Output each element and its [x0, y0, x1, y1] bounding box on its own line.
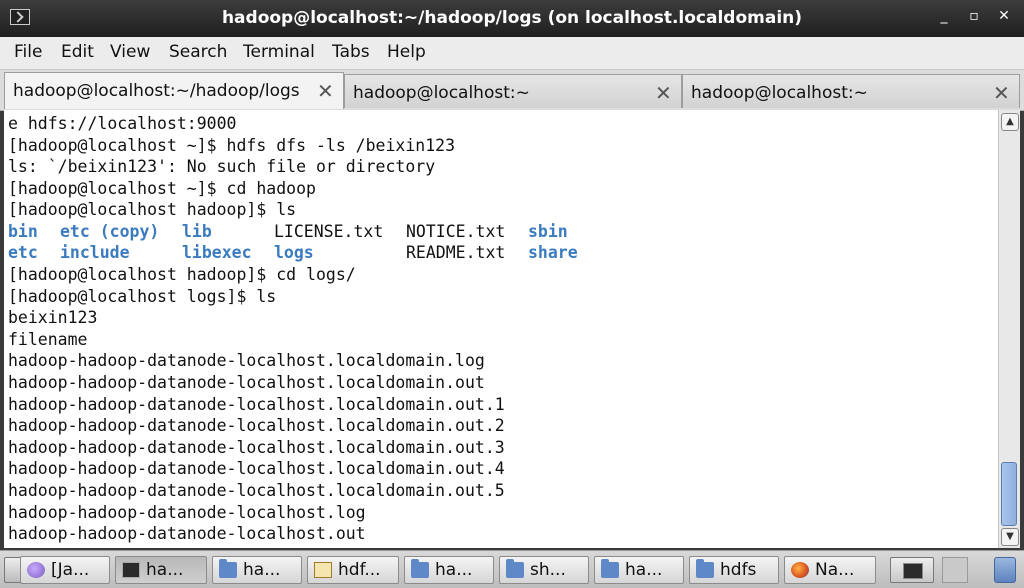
- taskbar-label: ha...: [625, 560, 663, 580]
- terminal-line: [hadoop@localhost logs]$ ls: [8, 287, 277, 306]
- folder-icon: [506, 559, 524, 578]
- tab-label: hadoop@localhost:~: [691, 83, 868, 103]
- vertical-scrollbar[interactable]: ▲ ▼: [998, 110, 1020, 548]
- terminal-line: hadoop-hadoop-datanode-localhost.localdo…: [8, 395, 505, 414]
- ls-dir-etc: etc: [8, 243, 38, 262]
- terminal-line: e hdfs://localhost:9000: [8, 114, 237, 133]
- maximize-button[interactable]: ▫: [964, 8, 984, 24]
- terminal-line: hadoop-hadoop-datanode-localhost.localdo…: [8, 459, 505, 478]
- terminal-line: filename: [8, 330, 88, 349]
- taskbar-label: [Ja...: [51, 560, 90, 580]
- terminal-output[interactable]: e hdfs://localhost:9000 [hadoop@localhos…: [4, 110, 998, 548]
- menu-help[interactable]: Help: [387, 42, 426, 62]
- taskbar-label: ha...: [243, 560, 281, 580]
- scroll-up-button[interactable]: ▲: [1001, 113, 1019, 131]
- ls-dir-lib: lib: [182, 222, 212, 241]
- terminal-line: hadoop-hadoop-datanode-localhost.localdo…: [8, 373, 485, 392]
- taskbar-item-editor[interactable]: hdf...: [307, 556, 399, 584]
- taskbar-item-folder-hdfs[interactable]: hdfs: [689, 556, 779, 584]
- taskbar-label: ha...: [146, 560, 184, 580]
- menu-tabs[interactable]: Tabs: [332, 42, 370, 62]
- close-window-button[interactable]: ✕: [994, 8, 1014, 24]
- scroll-down-button[interactable]: ▼: [1001, 528, 1019, 546]
- menu-bar: File Edit View Search Terminal Tabs Help: [0, 37, 1024, 70]
- terminal-line: ls: `/beixin123': No such file or direct…: [8, 157, 436, 176]
- firefox-icon: [791, 562, 809, 578]
- taskbar-item-firefox[interactable]: Na...: [784, 556, 876, 584]
- text-editor-icon: [314, 562, 332, 578]
- ls-dir-sbin: sbin: [528, 222, 568, 241]
- terminal-icon: [122, 562, 140, 578]
- close-tab-icon[interactable]: ✕: [655, 81, 672, 105]
- menu-search[interactable]: Search: [169, 42, 227, 62]
- menu-file[interactable]: File: [14, 42, 42, 62]
- tab-hadoop-home-1[interactable]: hadoop@localhost:~ ✕: [344, 74, 682, 108]
- taskbar-label: ha...: [435, 560, 473, 580]
- folder-icon: [696, 559, 714, 578]
- tab-hadoop-logs[interactable]: hadoop@localhost:~/hadoop/logs ✕: [4, 72, 344, 109]
- menu-edit[interactable]: Edit: [61, 42, 94, 62]
- taskbar-item-folder-1[interactable]: ha...: [212, 556, 302, 584]
- terminal-icon: [903, 563, 923, 579]
- menu-terminal[interactable]: Terminal: [243, 42, 315, 62]
- terminal-line: [hadoop@localhost hadoop]$ ls: [8, 200, 297, 219]
- java-icon: [27, 562, 45, 578]
- folder-icon: [601, 559, 619, 578]
- trash-icon[interactable]: [994, 557, 1016, 583]
- tab-bar: hadoop@localhost:~/hadoop/logs ✕ hadoop@…: [0, 70, 1024, 111]
- terminal-line: hadoop-hadoop-datanode-localhost.localdo…: [8, 416, 505, 435]
- ls-dir-bin: bin: [8, 222, 38, 241]
- ls-dir-logs: logs: [274, 243, 314, 262]
- ls-file-notice: NOTICE.txt: [406, 222, 506, 241]
- terminal-line: hadoop-hadoop-datanode-localhost.localdo…: [8, 351, 485, 370]
- taskbar: [Ja... ha... ha... hdf... ha... sh... ha…: [0, 550, 1024, 588]
- folder-icon: [219, 559, 237, 578]
- terminal-line: [hadoop@localhost hadoop]$ cd logs/: [8, 265, 356, 284]
- taskbar-item-folder-4[interactable]: ha...: [594, 556, 684, 584]
- taskbar-label: hdfs: [720, 560, 757, 580]
- tab-label: hadoop@localhost:~: [353, 83, 530, 103]
- window-title: hadoop@localhost:~/hadoop/logs (on local…: [221, 8, 803, 28]
- ls-dir-share: share: [528, 243, 578, 262]
- terminal-line: hadoop-hadoop-datanode-localhost.out: [8, 524, 366, 543]
- taskbar-label: sh...: [530, 560, 566, 580]
- scroll-thumb[interactable]: [1001, 462, 1017, 526]
- terminal-line: [hadoop@localhost ~]$ cd hadoop: [8, 179, 316, 198]
- tab-hadoop-home-2[interactable]: hadoop@localhost:~ ✕: [682, 74, 1020, 108]
- taskbar-item-java[interactable]: [Ja...: [20, 556, 110, 584]
- workspace-pager[interactable]: [942, 557, 968, 583]
- tab-label: hadoop@localhost:~/hadoop/logs: [13, 81, 300, 101]
- taskbar-item-folder-2[interactable]: ha...: [404, 556, 494, 584]
- terminal-line: [hadoop@localhost ~]$ hdfs dfs -ls /beix…: [8, 136, 456, 155]
- close-tab-icon[interactable]: ✕: [317, 79, 334, 103]
- terminal-line: hadoop-hadoop-datanode-localhost.localdo…: [8, 481, 505, 500]
- taskbar-item-folder-3[interactable]: sh...: [499, 556, 589, 584]
- ls-dir-etc-copy: etc (copy): [60, 222, 160, 241]
- taskbar-label: hdf...: [338, 560, 381, 580]
- ls-file-readme: README.txt: [406, 243, 506, 262]
- ls-dir-libexec: libexec: [182, 243, 252, 262]
- window-titlebar[interactable]: hadoop@localhost:~/hadoop/logs (on local…: [0, 0, 1024, 37]
- ls-file-license: LICENSE.txt: [274, 222, 384, 241]
- terminal-line: beixin123: [8, 308, 98, 327]
- folder-icon: [411, 559, 429, 578]
- terminal-line: hadoop-hadoop-datanode-localhost.log: [8, 503, 366, 522]
- workspace-switcher[interactable]: [890, 557, 934, 583]
- terminal-line: hadoop-hadoop-datanode-localhost.localdo…: [8, 438, 505, 457]
- taskbar-item-terminal[interactable]: ha...: [115, 556, 207, 584]
- minimize-button[interactable]: _: [934, 8, 954, 24]
- menu-view[interactable]: View: [110, 42, 150, 62]
- ls-dir-include: include: [60, 243, 130, 262]
- close-tab-icon[interactable]: ✕: [993, 81, 1010, 105]
- taskbar-label: Na...: [815, 560, 855, 580]
